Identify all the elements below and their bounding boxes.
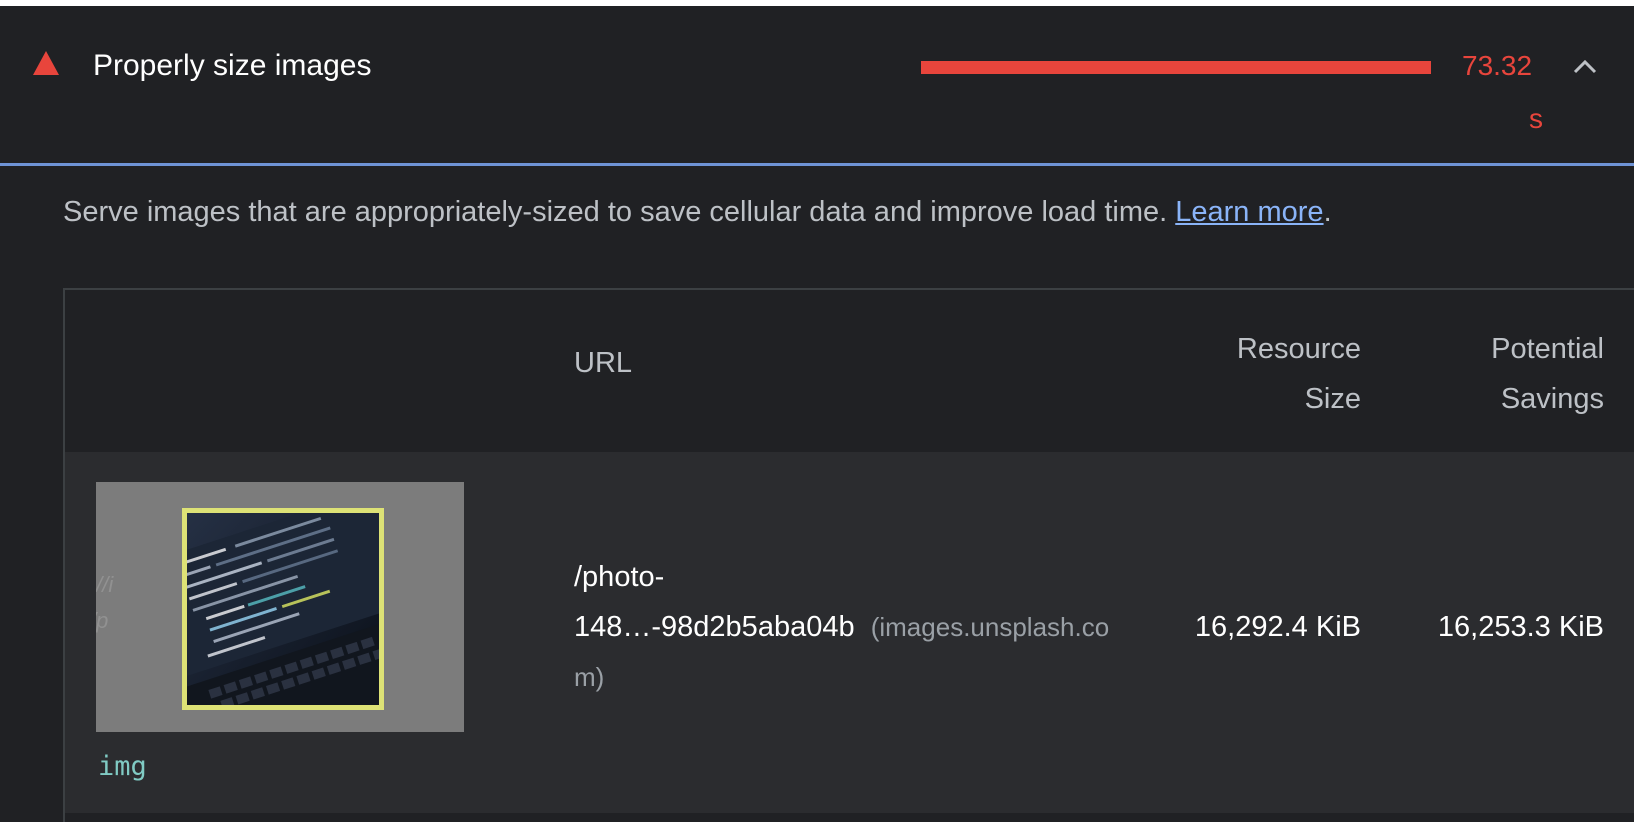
thumbnail-ghost-text: ://i /p (96, 567, 113, 639)
column-header-url: URL (574, 347, 633, 379)
potential-savings-cell: 16,253.3 KiB (1437, 611, 1604, 643)
details-table: URL Resource Size Potential Savings ://i… (63, 288, 1634, 822)
url-line1: /photo- (574, 561, 665, 593)
column-header-resource-size-line2: Size (1304, 383, 1361, 415)
table-row[interactable]: ://i /p (65, 452, 1634, 813)
audit-description: Serve images that are appropriately-size… (63, 192, 1332, 232)
thumbnail-ghost-line2: /p (96, 608, 109, 633)
savings-unit: s (1529, 103, 1543, 134)
description-suffix: . (1323, 196, 1332, 228)
url-line2-wrap: 148…-98d2b5aba04b (images.unsplash.co (574, 602, 1174, 652)
code-screen-image (187, 513, 379, 705)
url-host: (images.unsplash.co (870, 612, 1110, 642)
description-text: Serve images that are appropriately-size… (63, 196, 1176, 228)
resource-size-cell: 16,292.4 KiB (1194, 611, 1361, 643)
url-cell[interactable]: /photo- 148…-98d2b5aba04b (images.unspla… (574, 552, 1174, 702)
warning-triangle-icon (33, 51, 59, 75)
column-header-potential-savings-line1: Potential (1491, 333, 1604, 365)
table-header: URL Resource Size Potential Savings (65, 290, 1634, 452)
audit-title: Properly size images (93, 49, 372, 82)
savings-bar (921, 61, 1431, 74)
savings-bar-fill (921, 61, 1431, 74)
node-label[interactable]: img (98, 750, 147, 784)
lighthouse-audit-page: Properly size images 73.32 s Serve image… (0, 0, 1634, 822)
element-screenshot[interactable]: ://i /p (96, 482, 464, 732)
column-header-potential-savings-line2: Savings (1500, 383, 1604, 415)
image-thumbnail (182, 508, 384, 710)
url-line2: 148…-98d2b5aba04b (574, 611, 855, 643)
audit-header[interactable]: Properly size images 73.32 s (0, 6, 1634, 166)
savings-value: 73.32 (1462, 50, 1533, 81)
url-host-continued: m) (574, 662, 605, 692)
column-header-potential-savings: Potential Savings (1384, 324, 1604, 424)
learn-more-link[interactable]: Learn more (1175, 196, 1323, 228)
thumbnail-ghost-line1: ://i (96, 572, 114, 597)
chevron-up-icon[interactable] (1570, 52, 1600, 82)
column-header-resource-size-line1: Resource (1236, 333, 1361, 365)
column-header-resource-size: Resource Size (1141, 324, 1361, 424)
